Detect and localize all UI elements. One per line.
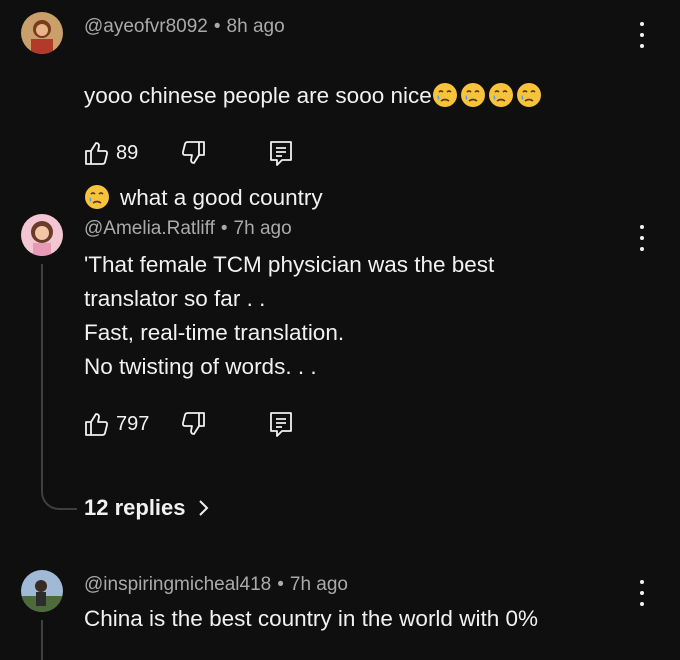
more-vert-icon[interactable] xyxy=(638,580,646,606)
comment-text-line2: what a good country xyxy=(120,185,323,210)
comment-meta: @inspiringmicheal418 • 7h ago xyxy=(84,574,348,596)
like-button[interactable]: 797 xyxy=(84,411,149,437)
emoji-group xyxy=(432,83,544,108)
crying-face-emoji-icon xyxy=(488,83,513,107)
thumbs-up-icon xyxy=(85,142,108,165)
timestamp[interactable]: 8h ago xyxy=(227,16,285,37)
crying-face-emoji-icon xyxy=(516,83,541,107)
comment-text: 'That female TCM physician was the best … xyxy=(84,252,495,379)
crying-face-emoji-icon xyxy=(432,83,457,107)
thumbs-down-icon xyxy=(182,412,205,435)
replies-label: 12 replies xyxy=(84,495,186,520)
more-vert-icon[interactable] xyxy=(638,22,646,48)
reply-button[interactable] xyxy=(268,140,294,166)
timestamp[interactable]: 7h ago xyxy=(290,574,348,595)
author-handle[interactable]: @inspiringmicheal418 xyxy=(84,574,271,595)
comment-meta: @Amelia.Ratliff • 7h ago xyxy=(84,218,292,240)
chevron-right-icon xyxy=(198,500,208,516)
crying-face-emoji-icon xyxy=(460,83,485,107)
crying-face-emoji-icon xyxy=(85,185,109,209)
like-button[interactable]: 89 xyxy=(84,140,138,166)
comment-text: China is the best country in the world w… xyxy=(84,606,538,631)
separator-dot: • xyxy=(213,16,221,37)
reply-icon xyxy=(270,412,292,437)
reply-thread-line xyxy=(41,264,77,510)
comment-text: yooo chinese people are sooo nice what a… xyxy=(84,45,544,215)
more-vert-icon[interactable] xyxy=(638,225,646,251)
separator-dot: • xyxy=(220,218,228,239)
thumbs-down-icon xyxy=(182,141,205,164)
view-replies-button[interactable]: 12 replies xyxy=(84,495,210,521)
like-count: 797 xyxy=(116,412,150,435)
avatar[interactable] xyxy=(21,570,63,612)
avatar[interactable] xyxy=(21,12,63,54)
like-count: 89 xyxy=(116,141,139,164)
reply-button[interactable] xyxy=(268,411,294,437)
reply-thread-line xyxy=(41,620,43,660)
dislike-button[interactable] xyxy=(180,140,206,166)
avatar[interactable] xyxy=(21,214,63,256)
timestamp[interactable]: 7h ago xyxy=(234,218,292,239)
comment-text-line1: yooo chinese people are sooo nice xyxy=(84,83,432,108)
author-handle[interactable]: @ayeofvr8092 xyxy=(84,16,208,37)
dislike-button[interactable] xyxy=(180,411,206,437)
thumbs-up-icon xyxy=(85,413,108,436)
reply-icon xyxy=(270,141,292,166)
comment-meta: @ayeofvr8092 • 8h ago xyxy=(84,16,285,38)
author-handle[interactable]: @Amelia.Ratliff xyxy=(84,218,215,239)
separator-dot: • xyxy=(277,574,284,595)
